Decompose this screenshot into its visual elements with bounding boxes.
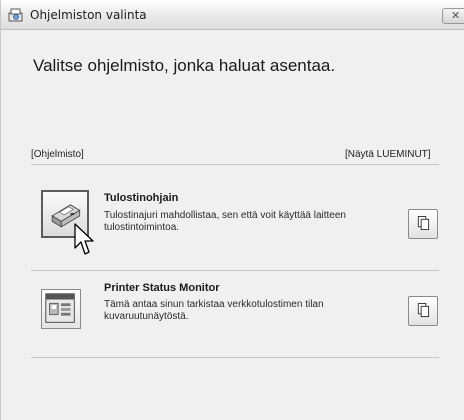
status-monitor-title[interactable]: Printer Status Monitor: [104, 282, 220, 294]
page-heading: Valitse ohjelmisto, jonka haluat asentaa…: [33, 56, 336, 75]
printer-driver-title[interactable]: Tulostinohjain: [104, 192, 178, 204]
document-icon: [417, 303, 430, 318]
title-bar[interactable]: Ohjelmiston valinta ✕: [1, 0, 464, 30]
status-monitor-readme-button[interactable]: [408, 296, 438, 326]
software-column-label: [Ohjelmisto]: [31, 149, 84, 160]
software-selection-window: Ohjelmiston valinta ✕ Valitse ohjelmisto…: [0, 0, 464, 420]
close-icon: ✕: [451, 9, 461, 22]
divider-middle: [31, 270, 439, 271]
app-icon: [8, 8, 23, 22]
window-title: Ohjelmiston valinta: [30, 8, 147, 22]
status-monitor-button[interactable]: [41, 289, 81, 329]
readme-column-label: [Näytä LUEMINUT]: [345, 149, 431, 160]
divider-bottom: [31, 357, 439, 358]
printer-driver-readme-button[interactable]: [408, 209, 438, 239]
document-icon: [417, 216, 430, 231]
status-monitor-icon: [45, 293, 75, 323]
mouse-cursor-icon: [74, 223, 94, 255]
close-button[interactable]: ✕: [442, 8, 464, 24]
divider-top: [31, 164, 439, 165]
printer-driver-description: Tulostinajuri mahdollistaa, sen että voi…: [104, 210, 346, 233]
status-monitor-description: Tämä antaa sinun tarkistaa verkkotulosti…: [104, 299, 324, 322]
